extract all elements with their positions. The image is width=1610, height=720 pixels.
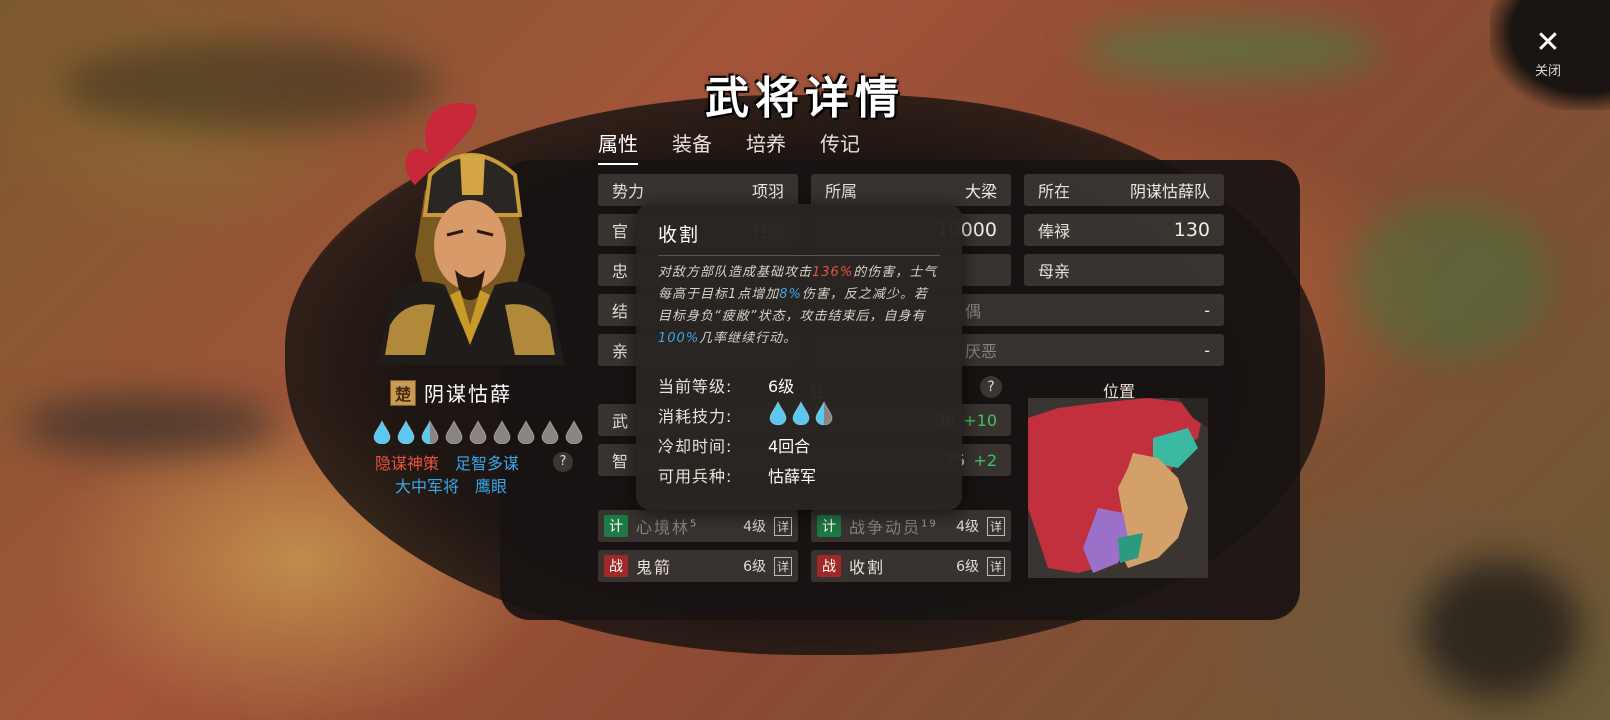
section-help-icon[interactable]: ? [980,376,1002,398]
page-title: 武将详情 [705,73,905,124]
attr-label: 亲 [612,342,629,361]
bg-blur-4 [1420,560,1580,700]
tab-training[interactable]: 培养 [746,128,786,165]
tab-biography[interactable]: 传记 [820,128,860,165]
general-portrait [375,103,565,365]
tab-equipment[interactable]: 装备 [672,128,712,165]
attr-label: 俸禄 [1038,222,1071,241]
combat-label: 智 [612,452,629,471]
skill-detail-button[interactable]: 详 [773,556,792,576]
attr-value: - [1204,340,1210,360]
skill-type-badge: 战 [604,555,628,577]
skill-detail-button[interactable]: 详 [773,516,792,536]
attr-muqin: 母亲 [1024,254,1224,286]
skill-level: 4级 [743,519,766,535]
skill-item[interactable]: 计 战争动员19 4级 详 [811,510,1011,542]
talent-drop-icon [492,419,512,445]
skill-detail-button[interactable]: 详 [986,516,1005,536]
talent-drop-icon [420,419,440,445]
talent-drop-icon [564,419,584,445]
attr-label: 忠 [612,262,629,281]
close-x-icon: ✕ [1535,25,1561,60]
attr-label: 所在 [1038,182,1071,201]
skill-type-badge: 战 [817,555,841,577]
faction-badge: 楚 [390,379,416,406]
skill-name: 战争动员19 [849,518,938,537]
trait-blue-2[interactable]: 大中军将 [395,473,459,497]
bg-blur-2 [20,395,280,455]
skill-level: 6级 [956,559,979,575]
skill-item[interactable]: 战 鬼箭 6级 详 [598,550,798,582]
tooltip-description: 对敌方部队造成基础攻击136%的伤害，士气每高于目标1点增加8%伤害，反之减少。… [658,265,938,346]
trait-blue-3[interactable]: 鹰眼 [475,473,507,497]
talent-drop-icon [540,419,560,445]
skill-name: 收割 [849,558,886,577]
attr-value: - [1204,300,1210,320]
skill-item[interactable]: 计 心境林5 4级 详 [598,510,798,542]
general-name-row: 楚 阴谋怙薛 [390,378,512,407]
trait-red[interactable]: 隐谋神策 [375,450,439,474]
attr-shili: 势力 项羽 [598,174,798,206]
attr-label: 所属 [825,182,858,201]
talent-drop-icon [444,419,464,445]
skill-cost-drop-icon [791,400,811,429]
traits-help-icon[interactable]: ? [553,452,573,472]
attr-suoshu: 所属 大梁 [811,174,1011,206]
tooltip-level-row: 当前等级: 6级 [658,370,940,400]
trait-blue-1[interactable]: 足智多谋 [455,450,519,474]
skill-detail-button[interactable]: 详 [986,556,1005,576]
skill-level: 6级 [743,559,766,575]
talent-drop-icon [396,419,416,445]
attr-fenglu: 俸禄 130 [1024,214,1224,246]
attr-label: 偶 [965,302,982,321]
skill-tooltip: 收割 对敌方部队造成基础攻击136%的伤害，士气每高于目标1点增加8%伤害，反之… [636,204,962,510]
tooltip-cooldown-label: 冷却时间: [658,437,733,456]
tooltip-troops-row: 可用兵种: 怙薛军 [658,460,940,490]
attr-label: 厌恶 [965,342,998,361]
talent-drop-icon [468,419,488,445]
star-drops [372,419,584,445]
skill-item[interactable]: 战 收割 6级 详 [811,550,1011,582]
tooltip-level-label: 当前等级: [658,377,733,396]
tooltip-cooldown-value: 4回合 [768,437,811,456]
skill-name: 鬼箭 [636,558,673,577]
attr-value: 项羽 [751,182,784,201]
combat-label: 武 [612,412,629,431]
tooltip-cost-row: 消耗技力: [658,400,940,430]
tooltip-level-value: 6级 [768,377,795,396]
combat-bonus: +2 [973,450,997,470]
attr-value: 130 [1173,219,1210,241]
tooltip-troops-value: 怙薛军 [768,467,817,486]
skill-type-badge: 计 [604,515,628,537]
general-name: 阴谋怙薛 [424,382,512,406]
location-minimap[interactable] [1028,398,1208,578]
talent-drop-icon [516,419,536,445]
skill-name: 心境林5 [636,518,699,537]
attr-label: 结 [612,302,629,321]
traits-row-2: 大中军将 鹰眼 [395,473,507,497]
tooltip-cooldown-row: 冷却时间: 4回合 [658,430,940,460]
attr-label: 官 [612,222,629,241]
attr-label: 母亲 [1038,262,1071,281]
bg-blur-3 [1350,200,1550,360]
skill-type-badge: 计 [817,515,841,537]
tooltip-cost-label: 消耗技力: [658,407,733,426]
skill-cost-drop-icon [814,400,834,429]
tooltip-stats: 当前等级: 6级 消耗技力: 冷却时间: 4回合 可用兵种: 怙薛军 [658,370,940,490]
attr-value: 阴谋怙薛队 [1129,182,1210,201]
tooltip-title: 收割 [658,220,940,256]
talent-drop-icon [372,419,392,445]
tab-attributes[interactable]: 属性 [598,128,638,165]
traits-row-1: 隐谋神策 足智多谋 [375,450,519,474]
skill-level: 4级 [956,519,979,535]
attr-label: 势力 [612,182,645,201]
attr-value: 大梁 [964,182,997,201]
skill-cost-drop-icon [768,400,788,429]
tab-bar: 属性 装备 培养 传记 [598,128,860,165]
combat-bonus: +10 [963,410,997,430]
tooltip-troops-label: 可用兵种: [658,467,733,486]
tooltip-cost-drops [768,400,837,429]
attr-suozai: 所在 阴谋怙薛队 [1024,174,1224,206]
